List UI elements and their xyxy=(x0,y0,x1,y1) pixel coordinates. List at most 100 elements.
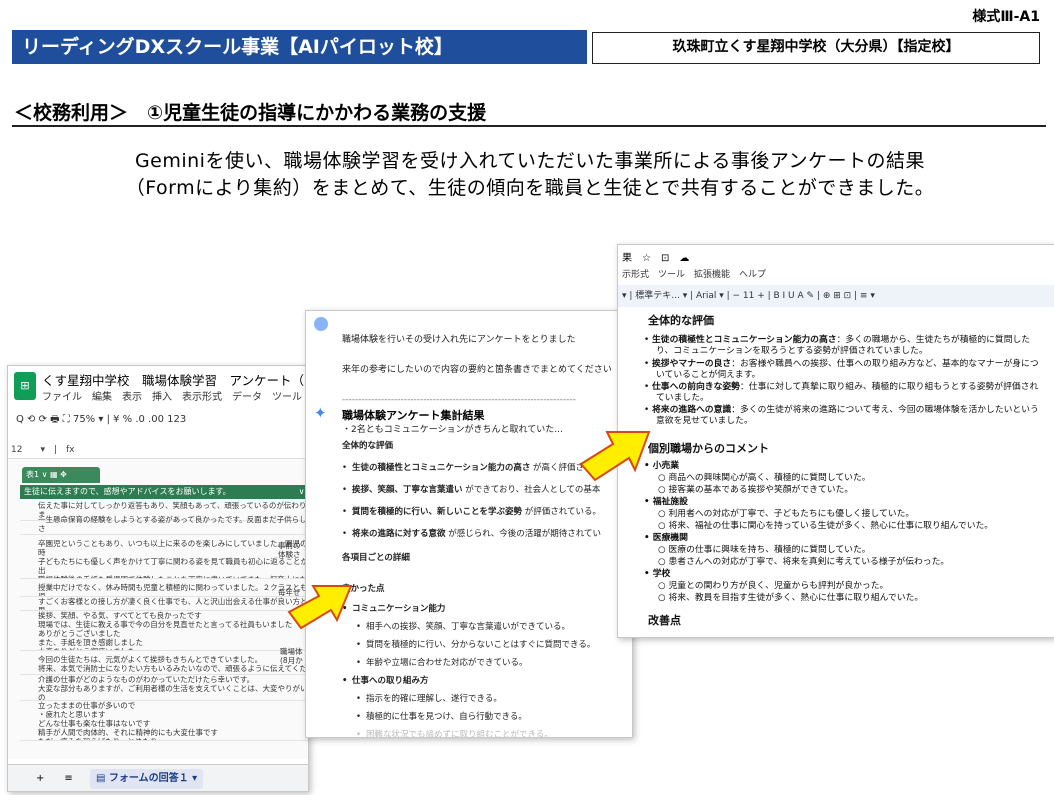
item-text: 商品への興味関心が高く、積極的に質問していた。 xyxy=(668,473,871,483)
overall-item: • 将来の進路に対する意欲 が感じられ、今後の活躍が期待されてい xyxy=(342,527,601,539)
row-text: 立ったままの仕事が多いので ・疲れたと思います どんな仕事も楽な仕事はないです … xyxy=(38,701,218,740)
item-text: 患者さんへの対応が丁寧で、将来を真剣に考えている様子が伝わった。 xyxy=(668,556,950,567)
item-text: 困難な状況でも諦めずに取り組むことができる。 xyxy=(366,730,553,738)
item-text: 利用者への対応が丁寧で、子どもたちにも優しく接していた。 xyxy=(668,509,915,519)
bullet: • xyxy=(644,569,653,579)
overall-heading: 全体的な評価 xyxy=(342,441,394,451)
overall-item: • 質問を積極的に行い、新しいことを学ぶ姿勢 が評価されている。 xyxy=(342,505,601,517)
eval-item: • 将来の進路への意識：多くの生徒が将来の進路について考え、今回の職場体験を活か… xyxy=(644,405,1044,427)
docs-overall-heading: 全体的な評価 xyxy=(648,314,714,327)
gemini-star-icon: ✦ xyxy=(314,404,327,422)
overall-item: • 生徒の積極性とコミュニケーション能力の高さ が高く評価さ xyxy=(342,461,584,473)
cell-reference: 12 ▾ | fx xyxy=(11,445,75,455)
sub-bullet: ○ xyxy=(658,556,669,567)
group-item: ○ 接客業の基本である挨拶や笑顔ができていた。 xyxy=(658,485,1048,496)
row-text: 今回の生徒たちは、元気がよくて挨拶もきちんとできていました。 将来、本気で消防士… xyxy=(38,655,307,674)
item-text: 質問を積極的に行い、分からないことはすぐに質問できる。 xyxy=(366,640,596,650)
row-text: 授業中だけでなく、休み時間も児童と積極的に関わっていました。２クラスとも児 xyxy=(38,583,308,597)
item-bold: 挨拶やマナーの良さ xyxy=(652,359,732,369)
communication-heading: • コミュニケーション能力 xyxy=(342,604,446,614)
row-text: 一生懸命保育の経験をしようとする姿があって良かったです。反面まだ子供らしさ xyxy=(38,515,307,533)
item-text: 接客業の基本である挨拶や笑顔ができていた。 xyxy=(668,484,854,495)
table-row: 7挨拶、笑顔、やる気、すべてとても良かったです 現場では、生徒に教える事で今の自… xyxy=(20,611,308,651)
sheets-logo-icon: ⊞ xyxy=(14,372,36,400)
result-title: 職場体験アンケート集計結果 xyxy=(342,409,485,422)
add-sheet-icon: + ≡ xyxy=(36,773,73,784)
sub-bullet: ○ xyxy=(658,509,669,519)
item-text: 積極的に仕事を見つけ、自ら行動できる。 xyxy=(366,712,527,722)
work-item: • 積極的に仕事を見つけ、自ら行動できる。 xyxy=(356,710,527,722)
column-header: 生徒に伝えますので、感想やアドバイスをお願いします。 ∨ その他 xyxy=(20,485,308,499)
work-item: • 困難な状況でも諦めずに取り組むことができる。 xyxy=(356,728,553,738)
table-name-tab: 表1 ∨ ▦ ✥ xyxy=(22,467,100,483)
row-text: すごくお客様との接し方が凄く良く仕事でも、人と沢山出会える仕事が良い方と思 xyxy=(38,597,308,611)
group-name: • 学校 xyxy=(644,569,1044,580)
spreadsheet-screenshot: ⊞ くす星翔中学校 職場体験学習 アンケート（回 ファイル 編集 表示 挿入 表… xyxy=(7,365,309,792)
sub-bullet: ○ xyxy=(658,545,669,555)
row-text: 介護の仕事がどのようなものがわかっていただけたら幸いです。 大変な部分もあります… xyxy=(38,675,308,701)
sheet-bottom-bar: + ≡ ▤ フォームの回答１ ▾ xyxy=(8,764,308,791)
group-item: ○ 医療の仕事に興味を持ち、積極的に質問していた。 xyxy=(658,545,1048,556)
description: Geminiを使い、職場体験学習を受け入れていただいた事業所による事後アンケート… xyxy=(20,148,1040,202)
item-text: 医療の仕事に興味を持ち、積極的に質問していた。 xyxy=(668,545,871,555)
group-name: • 福祉施設 xyxy=(644,497,1044,508)
title-bar: リーディングDXスクール事業【AIパイロット校】 xyxy=(12,30,587,64)
row-text: 卒園児ということもあり、いつも以上に来るのを楽しみにしていました。園児の時 子ど… xyxy=(38,539,308,578)
bullet: • xyxy=(644,497,653,507)
group-item: ○ 将来、福祉の仕事に関心を持っている生徒が多く、熱心に仕事に取り組んでいた。 xyxy=(658,521,1048,532)
sheet-tab: ▤ フォームの回答１ ▾ xyxy=(89,769,204,789)
sub-bullet: ○ xyxy=(658,592,669,603)
item-bold: 挨拶、笑顔、丁寧な言葉遣い xyxy=(352,485,463,495)
item-text: 年齢や立場に合わせた対応ができている。 xyxy=(366,658,528,668)
table-row: 10立ったままの仕事が多いので ・疲れたと思います どんな仕事も楽な仕事はないで… xyxy=(20,701,308,741)
table-row: 6すごくお客様との接し方が凄く良く仕事でも、人と沢山出会える仕事が良い方と思 xyxy=(20,597,308,611)
table-row: 9介護の仕事がどのようなものがわかっていただけたら幸いです。 大変な部分もありま… xyxy=(20,675,308,701)
communication-item: • 相手への挨拶、笑顔、丁寧な言葉遣いができている。 xyxy=(356,620,570,632)
bullet: • xyxy=(356,658,362,668)
item-bold: 質問を積極的に行い、新しいことを学ぶ姿勢 xyxy=(352,507,523,517)
bullet: • xyxy=(342,463,348,473)
item-rest: ができており、社会人としての基本 xyxy=(462,485,601,495)
communication-item: • 年齢や立場に合わせた対応ができている。 xyxy=(356,656,528,668)
side-note: 事前の 体験さ xyxy=(278,541,301,559)
school-name-box: 玖珠町立くす星翔中学校（大分県）【指定校】 xyxy=(592,32,1040,64)
details-heading: 各項目ごとの詳細 xyxy=(342,553,410,563)
eval-item: • 生徒の積極性とコミュニケーション能力の高さ：多くの職場から、生徒たちが積極的… xyxy=(644,335,1044,357)
bullet: • xyxy=(644,359,652,369)
group-label: 福祉施設 xyxy=(652,497,688,507)
bullet: • xyxy=(356,640,362,650)
item-bold: 将来の進路に対する意欲 xyxy=(352,529,446,539)
sub-bullet: ○ xyxy=(658,484,669,495)
docs-title-row: 果 ☆ ⊡ ☁ xyxy=(622,253,690,264)
item-text: 将来、福祉の仕事に関心を持っている生徒が多く、熱心に仕事に取り組んでいた。 xyxy=(668,520,994,531)
eval-item: • 挨拶やマナーの良さ：お客様や職員への挨拶、仕事への取り組み方など、基本的なマ… xyxy=(644,359,1044,381)
item-text: 指示を的確に理解し、遂行できる。 xyxy=(366,694,502,704)
section-heading: ＜校務利用＞ ①児童生徒の指導にかかわる業務の支援 xyxy=(14,102,487,124)
description-line-2: （Formにより集約）をまとめて、生徒の傾向を職員と生徒とで共有することができま… xyxy=(125,177,935,199)
group-item: ○ 商品への興味関心が高く、積極的に質問していた。 xyxy=(658,473,1048,484)
bullet: • xyxy=(342,529,348,539)
prompt-line: 来年の参考にしたいので内容の要約と箇条書きでまとめてください xyxy=(342,365,612,375)
sheet-toolbar: Q ⟲ ⟳ 🖶 ⛶ 75% ▾ | ¥ % .0 .00 123 xyxy=(16,414,187,425)
table-row: 8今回の生徒たちは、元気がよくて挨拶もきちんとできていました。 将来、本気で消防… xyxy=(20,655,308,675)
row-text: 挨拶、笑顔、やる気、すべてとても良かったです 現場では、生徒に教える事で今の自分… xyxy=(38,611,293,650)
communication-item: • 質問を積極的に行い、分からないことはすぐに質問できる。 xyxy=(356,638,595,650)
side-note: 職場体 (8月か xyxy=(280,647,303,665)
bullet: • xyxy=(644,382,652,392)
bullet: • xyxy=(644,405,652,415)
overall-item: • 挨拶、笑顔、丁寧な言葉遣い ができており、社会人としての基本 xyxy=(342,483,600,495)
group-item: ○ 患者さんへの対応が丁寧で、将来を真剣に考えている様子が伝わった。 xyxy=(658,557,1048,568)
bullet: • xyxy=(342,507,348,517)
group-item: ○ 利用者への対応が丁寧で、子どもたちにも優しく接していた。 xyxy=(658,509,1048,520)
item-bold: 生徒の積極性とコミュニケーション能力の高さ xyxy=(652,335,837,345)
eval-item: • 仕事への前向きな姿勢：仕事に対して真摯に取り組み、積極的に取り組もうとする姿… xyxy=(644,382,1044,404)
item-bold: 生徒の積極性とコミュニケーション能力の高さ xyxy=(352,463,531,473)
bullet: • xyxy=(644,335,652,345)
gemini-screenshot: 職場体験を行いその受け入れ先にアンケートをとりました 来年の参考にしたいので内容… xyxy=(305,310,633,738)
item-text: 児童との関わり方が良く、児童からも評判が良かった。 xyxy=(668,581,889,591)
bullet: • xyxy=(644,533,653,543)
form-code: 様式Ⅲ-A1 xyxy=(972,9,1040,25)
bullet: • xyxy=(356,694,362,704)
bullet: • xyxy=(356,622,362,632)
prompt-rule: ----------------------------------------… xyxy=(342,395,576,405)
